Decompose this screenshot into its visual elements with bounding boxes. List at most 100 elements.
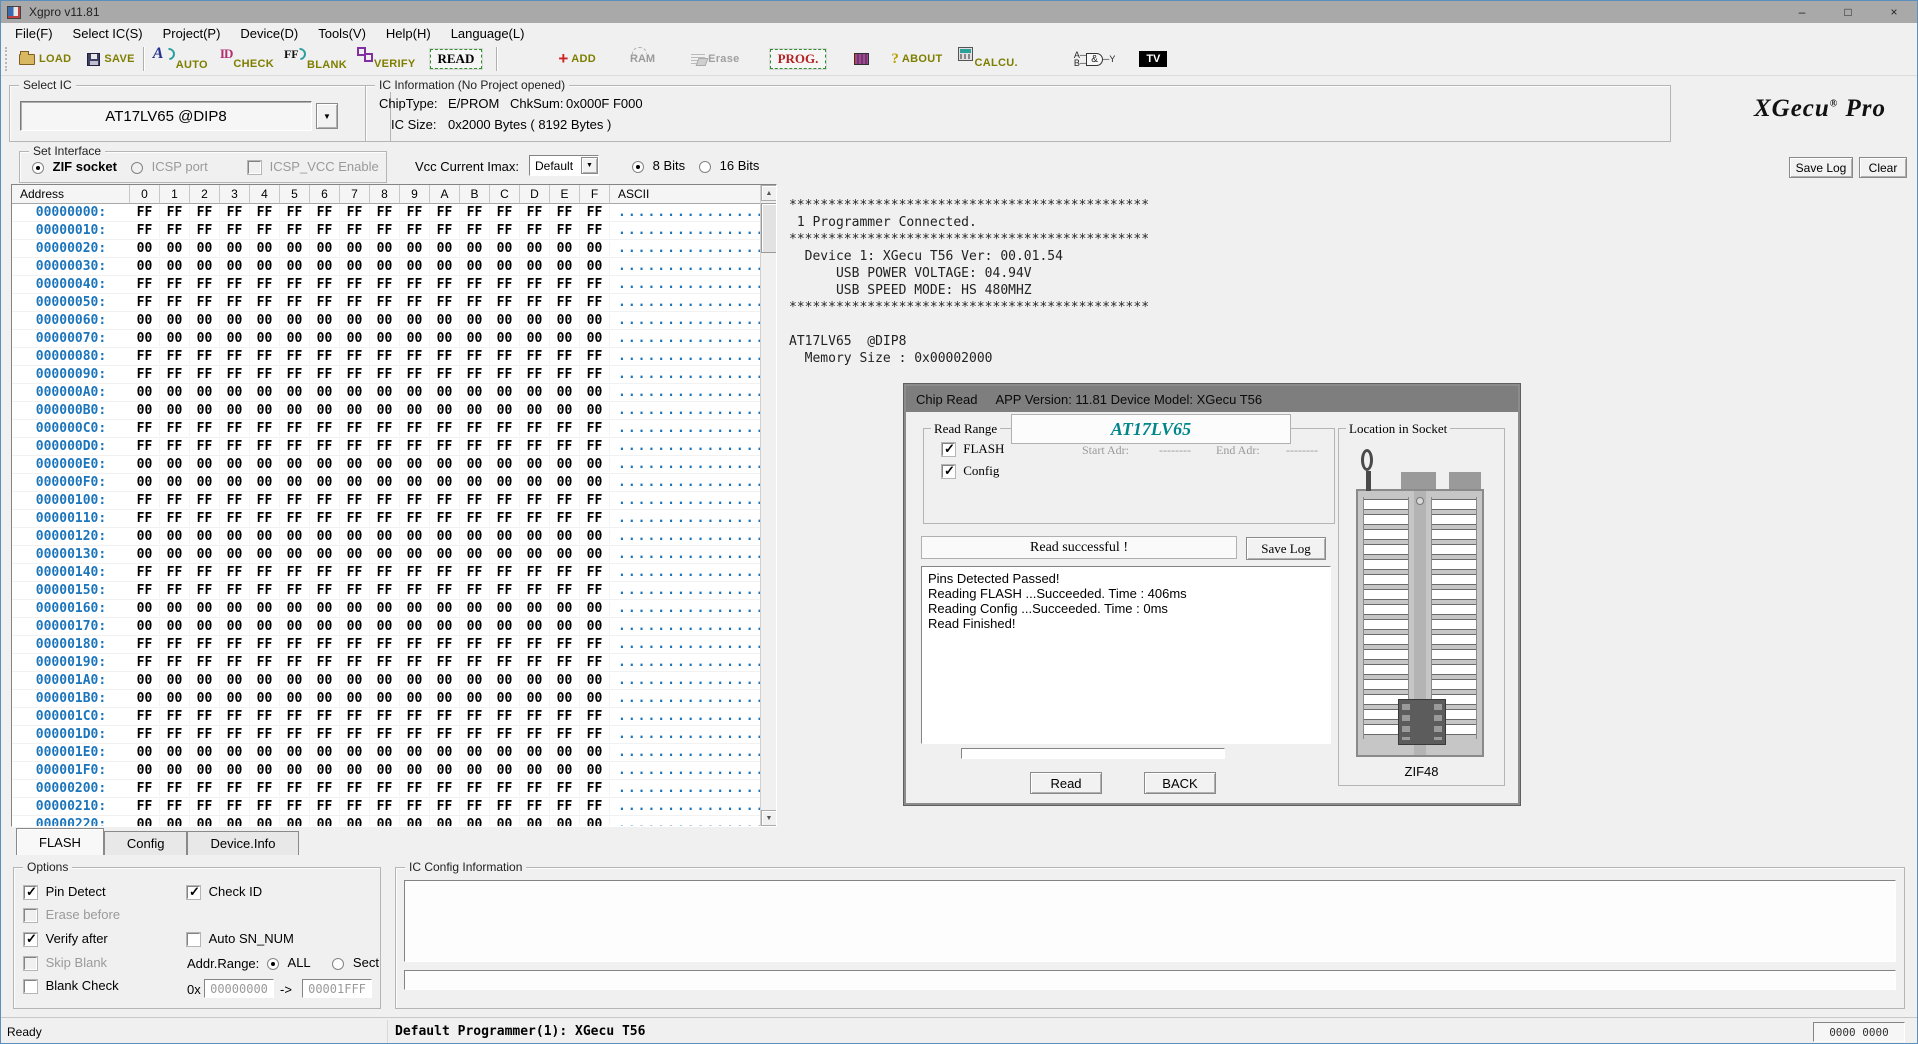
row-ascii: ................: [610, 277, 775, 292]
blank-button[interactable]: FF BLANK: [284, 51, 347, 68]
ic-dropdown-button[interactable]: ▼: [316, 103, 338, 129]
row-address: 000000E0:: [12, 457, 130, 472]
icsp-port-label: ICSP port: [152, 159, 208, 174]
menu-item[interactable]: Project(P): [153, 25, 231, 42]
logic-gate-button[interactable]: AB & Y: [1074, 51, 1115, 67]
row-ascii: ................: [610, 457, 775, 472]
row-address: 00000080:: [12, 349, 130, 364]
menu-item[interactable]: Tools(V): [308, 25, 376, 42]
read-status: Read successful !: [921, 536, 1237, 559]
menu-item[interactable]: Language(L): [441, 25, 535, 42]
table-row: 00000060: 000000000000000000000000000000…: [12, 312, 776, 330]
read-action-button[interactable]: Read: [1030, 772, 1102, 794]
auto-sn-checkbox[interactable]: [187, 933, 200, 946]
erase-before-checkbox: [24, 909, 37, 922]
vcc-current-select[interactable]: Default ▼: [529, 155, 599, 176]
config-checkbox[interactable]: [942, 465, 955, 478]
clear-button[interactable]: Clear: [1859, 157, 1907, 178]
log-line: Device 1: XGecu T56 Ver: 00.01.54: [789, 248, 1529, 265]
zif-socket-radio[interactable]: [32, 162, 44, 174]
log-line: Memory Size : 0x00002000: [789, 350, 1529, 367]
auto-button[interactable]: A AUTO: [153, 51, 208, 68]
table-row: 00000200: FFFFFFFFFFFFFFFFFFFFFFFFFFFFFF…: [12, 780, 776, 798]
row-address: 000001E0:: [12, 745, 130, 760]
addr-from-field[interactable]: 00000000: [204, 979, 274, 998]
byte-column-header: 3: [220, 185, 250, 204]
socket-name: ZIF48: [1339, 764, 1504, 779]
plus-icon: +: [558, 52, 568, 66]
maximize-button[interactable]: □: [1825, 1, 1871, 23]
menu-item[interactable]: Help(H): [376, 25, 441, 42]
end-adr-label: End Adr:: [1216, 443, 1260, 458]
selected-ic-combobox[interactable]: AT17LV65 @DIP8: [20, 101, 312, 131]
scroll-down-icon[interactable]: ▼: [761, 810, 777, 826]
table-row: 000001B0: 000000000000000000000000000000…: [12, 690, 776, 708]
16bits-radio[interactable]: [699, 161, 711, 173]
buffer-tab[interactable]: Config: [104, 831, 188, 855]
dialog-save-log-button[interactable]: Save Log: [1246, 537, 1326, 560]
row-ascii: ................: [610, 511, 775, 526]
table-row: 000001F0: 000000000000000000000000000000…: [12, 762, 776, 780]
read-button[interactable]: READ: [430, 49, 483, 69]
blank-check-checkbox[interactable]: [24, 980, 37, 993]
byte-column-header: E: [550, 185, 580, 204]
check-button[interactable]: ID CHECK: [220, 51, 274, 67]
addr-range-sect-radio[interactable]: [332, 958, 344, 970]
back-button[interactable]: BACK: [1144, 772, 1216, 794]
byte-column-header: 7: [340, 185, 370, 204]
pin-detect-checkbox[interactable]: [24, 886, 37, 899]
ram-icon: RAM: [630, 53, 655, 65]
row-ascii: ................: [610, 385, 775, 400]
counter-field: 0000 0000: [1813, 1022, 1905, 1042]
ic-test-button[interactable]: [854, 53, 869, 65]
addr-range-all-radio[interactable]: [267, 958, 279, 970]
icsize-value: 0x2000 Bytes ( 8192 Bytes ): [448, 117, 611, 132]
menu-item[interactable]: Device(D): [230, 25, 308, 42]
minimize-button[interactable]: –: [1779, 1, 1825, 23]
row-ascii: ................: [610, 637, 775, 652]
buffer-tab[interactable]: FLASH: [16, 828, 104, 855]
verify-after-checkbox[interactable]: [24, 933, 37, 946]
icsp-vcc-label: ICSP_VCC Enable: [270, 159, 379, 174]
menu-item[interactable]: File(F): [5, 25, 63, 42]
addr-to-field[interactable]: 00001FFF: [302, 979, 372, 998]
table-row: 00000120: 000000000000000000000000000000…: [12, 528, 776, 546]
dialog-log-line: Read Finished!: [928, 616, 1324, 631]
load-button[interactable]: LOAD: [19, 53, 71, 65]
check-id-checkbox[interactable]: [187, 886, 200, 899]
save-button[interactable]: SAVE: [87, 53, 134, 66]
hex-scrollbar[interactable]: ▲ ▼: [760, 185, 776, 826]
close-button[interactable]: ×: [1871, 1, 1917, 23]
row-ascii: ................: [610, 673, 775, 688]
row-ascii: ................: [610, 331, 775, 346]
chiptype-label: ChipType:: [379, 96, 438, 111]
row-address: 000001B0:: [12, 691, 130, 706]
flash-checkbox[interactable]: [942, 443, 955, 456]
open-folder-icon: [19, 54, 35, 65]
vcc-dropdown-button[interactable]: ▼: [581, 157, 598, 174]
icsp-vcc-checkbox: [248, 161, 261, 174]
about-button[interactable]: ? ABOUT: [891, 51, 942, 68]
calcu-button[interactable]: CALCU.: [958, 52, 1017, 66]
scroll-up-icon[interactable]: ▲: [761, 185, 777, 201]
verify-button[interactable]: VERIFY: [357, 52, 416, 67]
scrollbar-thumb[interactable]: [761, 203, 777, 253]
save-log-button[interactable]: Save Log: [1789, 157, 1853, 178]
row-address: 00000090:: [12, 367, 130, 382]
buffer-tab[interactable]: Device.Info: [187, 831, 298, 855]
prog-button[interactable]: PROG.: [770, 49, 827, 69]
arrow-label: ->: [280, 982, 292, 997]
toolbar: LOAD SAVE A AUTO ID CHECK FF BLANK VERIF…: [1, 43, 1917, 76]
add-button[interactable]: + ADD: [558, 52, 596, 66]
hex-editor[interactable]: Address 0123456789ABCDEF ASCII 00000000:…: [11, 184, 777, 827]
byte-column-header: 0: [130, 185, 160, 204]
blank-ff-icon: FF: [284, 46, 306, 63]
toolbar-separator: [496, 47, 498, 71]
tv-button[interactable]: TV: [1139, 51, 1167, 67]
row-ascii: ................: [610, 529, 775, 544]
8bits-radio[interactable]: [632, 161, 644, 173]
menu-item[interactable]: Select IC(S): [63, 25, 153, 42]
floppy-disk-icon: [87, 53, 100, 66]
hex-rows: 00000000: FFFFFFFFFFFFFFFFFFFFFFFFFFFFFF…: [12, 204, 776, 827]
16bits-label: 16 Bits: [720, 158, 760, 173]
